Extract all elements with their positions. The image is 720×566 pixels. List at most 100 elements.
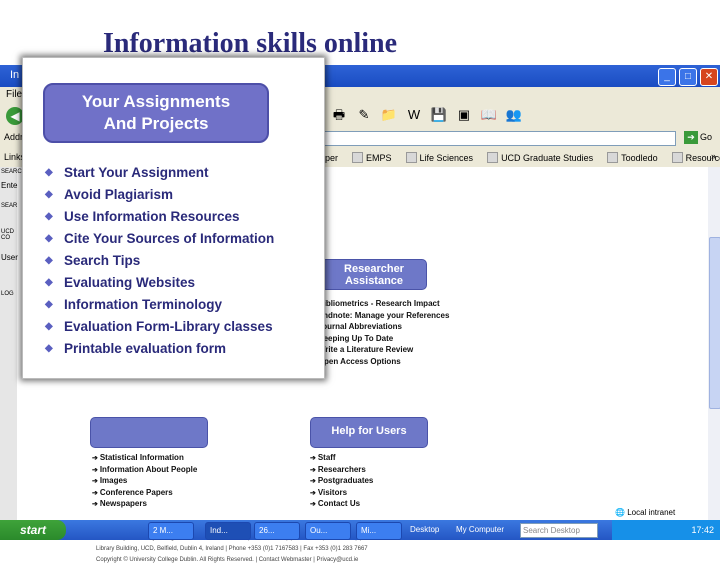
link-item[interactable]: Life Sciences	[405, 152, 473, 163]
go-arrow-icon[interactable]: ➔	[684, 131, 698, 144]
diamond-bullet-icon: ◆	[45, 298, 53, 310]
item-label: Cite Your Sources of Information	[64, 230, 275, 246]
footer-line: Library Building, UCD, Belfield, Dublin …	[96, 546, 368, 552]
link-item[interactable]: UCD Graduate Studies	[487, 152, 593, 163]
item-label: Avoid Plagiarism	[64, 186, 174, 202]
my-computer-toolbar[interactable]: My Computer	[456, 525, 504, 534]
diamond-bullet-icon: ◆	[45, 276, 53, 288]
taskbar-item[interactable]: Mi...	[356, 522, 402, 540]
save-icon[interactable]: 💾	[430, 106, 448, 124]
minimize-icon[interactable]: _	[658, 68, 676, 86]
status-zone: 🌐 Local intranet	[615, 508, 676, 517]
left-strip-label[interactable]: SEAR	[1, 203, 17, 209]
taskbar-item[interactable]: 26...	[254, 522, 300, 540]
item-label: Search Tips	[64, 252, 141, 268]
list-item[interactable]: ◆ Cite Your Sources of Information	[45, 227, 274, 249]
taskbar-item[interactable]: Ou...	[305, 522, 351, 540]
list-item[interactable]: ◆ Start Your Assignment	[45, 161, 274, 183]
help-links: Staff Researchers Postgraduates Visitors…	[310, 453, 374, 511]
diamond-bullet-icon: ◆	[45, 254, 53, 266]
other-link[interactable]: Conference Papers	[92, 488, 197, 500]
list-item[interactable]: ◆ Use Information Resources	[45, 205, 274, 227]
researcher-link[interactable]: Endnote: Manage your References	[310, 311, 450, 323]
taskbar-item[interactable]: 2 M...	[148, 522, 194, 540]
list-item[interactable]: ◆ Search Tips	[45, 249, 274, 271]
go-button[interactable]: Go	[700, 132, 712, 142]
left-strip-label[interactable]: User	[1, 253, 18, 262]
help-for-users-button[interactable]: Help for Users	[310, 417, 428, 448]
messenger-icon[interactable]: 👥	[505, 106, 523, 124]
favicon-icon	[671, 152, 683, 163]
left-strip-label: UCD CO	[1, 229, 14, 241]
vertical-scrollbar[interactable]	[708, 167, 720, 520]
item-label: Evaluation Form-Library classes	[64, 318, 273, 334]
header-line: And Projects	[103, 114, 209, 133]
other-link[interactable]: Newspapers	[92, 499, 197, 511]
word-icon[interactable]: W	[405, 106, 423, 124]
desktop-toolbar[interactable]: Desktop	[410, 525, 439, 534]
help-link[interactable]: Researchers	[310, 465, 373, 477]
list-item[interactable]: ◆ Evaluation Form-Library classes	[45, 315, 274, 337]
diamond-bullet-icon: ◆	[45, 210, 53, 222]
left-strip-label[interactable]: Ente	[1, 181, 17, 190]
start-button[interactable]: start	[0, 520, 66, 540]
researcher-link[interactable]: Journal Abbreviations	[310, 322, 449, 334]
other-links: Statistical Information Information Abou…	[92, 453, 197, 511]
diamond-bullet-icon: ◆	[45, 188, 53, 200]
other-section-button[interactable]	[90, 417, 208, 448]
researcher-assistance-button[interactable]: Researcher Assistance	[321, 259, 427, 290]
menu-file[interactable]: File	[6, 89, 22, 100]
print-icon[interactable]: 🖶	[330, 106, 348, 124]
other-link[interactable]: Information About People	[92, 465, 197, 477]
edit-icon[interactable]: ✎	[355, 106, 373, 124]
item-label: Use Information Resources	[64, 208, 240, 224]
folder-icon[interactable]: 📁	[380, 106, 398, 124]
favicon-icon	[607, 152, 619, 163]
header-line: Your Assignments	[81, 92, 231, 111]
help-link[interactable]: Postgraduates	[310, 476, 374, 488]
researcher-link[interactable]: Keeping Up To Date	[310, 334, 449, 346]
close-icon[interactable]: ✕	[700, 68, 718, 86]
chevron-right-icon[interactable]: »	[711, 151, 716, 161]
assignments-header: Your Assignments And Projects	[43, 83, 269, 143]
item-label: Evaluating Websites	[64, 274, 196, 290]
window-title: In	[10, 69, 20, 81]
link-item[interactable]: Toodledo	[607, 152, 658, 163]
item-label: Start Your Assignment	[64, 164, 209, 180]
research-icon[interactable]: 📖	[480, 106, 498, 124]
scroll-thumb[interactable]	[709, 237, 720, 409]
help-link[interactable]: Contact Us	[310, 499, 373, 511]
researcher-link[interactable]: Write a Literature Review	[310, 345, 449, 357]
diamond-bullet-icon: ◆	[45, 166, 53, 178]
left-panel: SEARCH Ente SEAR UCD CO User LOG	[0, 167, 26, 520]
researcher-link[interactable]: Bibliometrics - Research Impact	[310, 299, 449, 311]
favicon-icon	[487, 152, 499, 163]
list-item[interactable]: ◆ Printable evaluation form	[45, 337, 274, 359]
left-strip-label[interactable]: LOG	[1, 291, 14, 297]
other-link[interactable]: Statistical Information	[92, 453, 197, 465]
link-item[interactable]: per	[325, 152, 338, 163]
researcher-link[interactable]: Open Access Options	[310, 357, 449, 369]
help-link[interactable]: Staff	[310, 453, 373, 465]
footer-line: Copyright © University College Dublin. A…	[96, 557, 359, 563]
taskbar-item[interactable]: Ind...	[205, 522, 251, 540]
favicon-icon	[352, 152, 364, 163]
diamond-bullet-icon: ◆	[45, 320, 53, 332]
toolbar-icon-6[interactable]: ▣	[455, 106, 473, 124]
button-label: Researcher	[344, 263, 404, 275]
list-item[interactable]: ◆ Avoid Plagiarism	[45, 183, 274, 205]
clock: 17:42	[691, 525, 714, 535]
button-label: Assistance	[344, 275, 404, 288]
help-link[interactable]: Visitors	[310, 488, 373, 500]
system-tray: 17:42	[612, 520, 720, 540]
list-item[interactable]: ◆ Evaluating Websites	[45, 271, 274, 293]
list-item[interactable]: ◆ Information Terminology	[45, 293, 274, 315]
desktop-search-input[interactable]: Search Desktop	[520, 523, 598, 538]
favicon-icon	[405, 152, 417, 163]
maximize-icon[interactable]: □	[679, 68, 697, 86]
status-zone-label: Local intranet	[627, 508, 676, 517]
other-link[interactable]: Images	[92, 476, 197, 488]
item-label: Information Terminology	[64, 296, 222, 312]
link-item[interactable]: EMPS	[352, 152, 392, 163]
diamond-bullet-icon: ◆	[45, 232, 53, 244]
